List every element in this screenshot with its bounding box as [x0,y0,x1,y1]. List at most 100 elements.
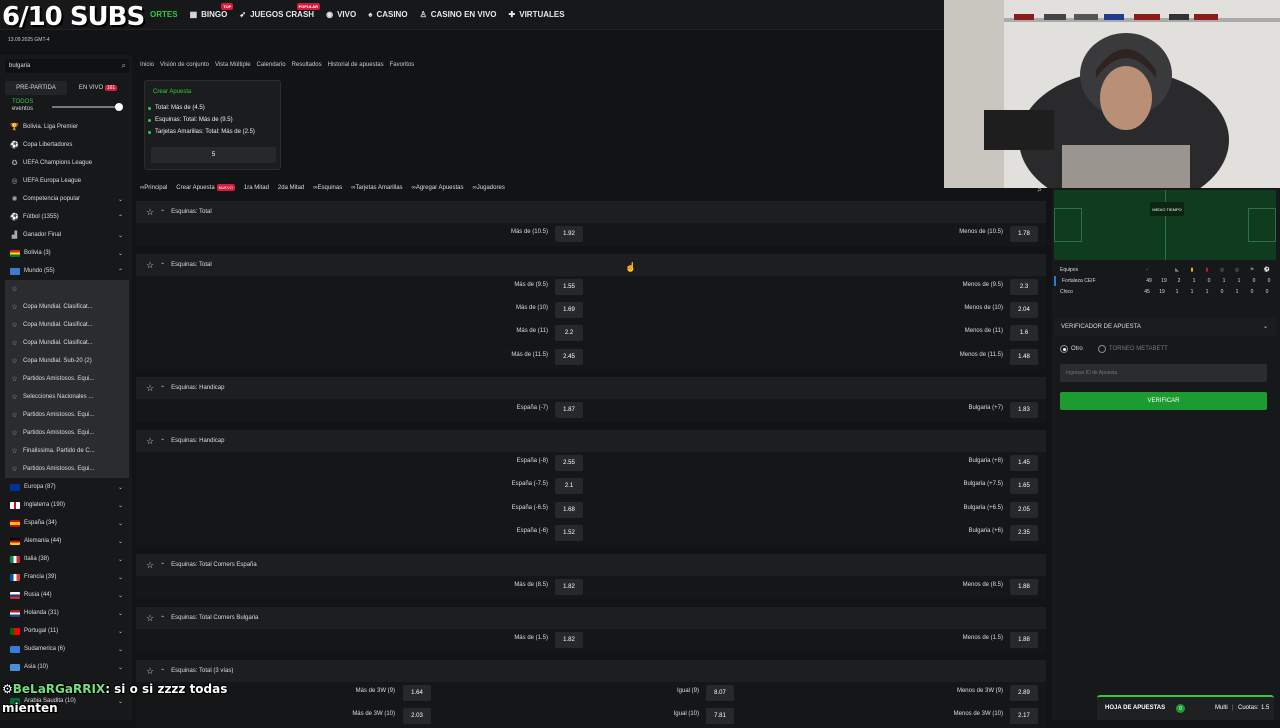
star-icon[interactable]: ☆ [146,613,154,624]
odd-button[interactable]: 1.92 [555,226,583,242]
sidebar-item-copa-mundial-2[interactable]: ☆ Copa Mundial. Clasificat... [5,316,129,334]
odd-button[interactable]: 1.48 [1010,349,1038,365]
odd-button[interactable]: 1.6 [1010,325,1038,341]
sidebar-item-espana[interactable]: España (34) ⌄ [5,514,129,532]
crumb-calendar[interactable]: Calendario [257,62,286,68]
star-icon[interactable]: ☆ [146,560,154,571]
odd-button[interactable]: 2.3 [1010,279,1038,295]
sidebar-item-rusia[interactable]: Rusia (44) ⌄ [5,586,129,604]
crumb-history[interactable]: Historial de apuestas [328,62,384,68]
chevron-up-icon[interactable]: ⌃ [160,209,165,216]
odd-button[interactable]: 7.81 [706,708,734,724]
star-icon[interactable]: ☆ [10,393,19,401]
market-header[interactable]: ☆ ⌃ Esquinas: Handicap [136,377,1046,399]
tab-1ra-mitad[interactable]: 1ra Mitad [244,185,269,191]
odd-button[interactable]: 1.68 [555,502,583,518]
sidebar-item-portugal[interactable]: Portugal (11) ⌄ [5,622,129,640]
market-header[interactable]: ☆ ⌃ Esquinas: Handicap [136,430,1046,452]
odd-button[interactable]: 2.04 [1010,302,1038,318]
bet-builder-card[interactable]: Crear Apuesta Total: Más de (4.5) Esquin… [144,80,281,170]
odd-button[interactable]: 1.82 [555,579,583,595]
odd-button[interactable]: 1.83 [1010,402,1038,418]
radio-circle[interactable] [1098,345,1106,353]
sidebar-item-europa-league[interactable]: ◎ UEFA Europa League [5,172,129,190]
sidebar-item-amistosos-4[interactable]: ☆ Partidos Amistosos. Equi... [5,460,129,478]
sidebar-item-finalissima[interactable]: ☆ Finalissima. Partido de C... [5,442,129,460]
sidebar-item-mundo[interactable]: Mundo (55) ⌃ [5,262,129,280]
sidebar-item-europa[interactable]: Europa (87) ⌄ [5,478,129,496]
crumb-results[interactable]: Resultados [292,62,322,68]
crumb-overview[interactable]: Visión de conjunto [160,62,209,68]
sidebar-search-input[interactable]: bulgaria ⌕ [5,59,129,73]
tab-2da-mitad[interactable]: 2da Mitad [278,185,304,191]
nav-live[interactable]: ◉ VIVO [326,10,356,19]
radio-otro[interactable]: Otro [1060,345,1083,353]
odd-button[interactable]: 8.07 [706,685,734,701]
tab-principal[interactable]: ∞Principal [140,185,167,191]
radio-torneo[interactable]: TORNEO METABETT [1098,345,1168,353]
slider-knob[interactable] [115,103,123,111]
odd-button[interactable]: 1.88 [1010,632,1038,648]
odd-button[interactable]: 1.88 [1010,579,1038,595]
tab-jugadores[interactable]: ∞Jugadores [473,185,505,191]
odd-button[interactable]: 2.03 [403,708,431,724]
sidebar-item-champions[interactable]: ✪ UEFA Champions League [5,154,129,172]
market-header[interactable]: ☆ ⌃ Esquinas: Total Corners Bulgaria [136,607,1046,629]
sidebar-item-amistosos-1[interactable]: ☆ Partidos Amistosos. Equi... [5,370,129,388]
nav-live-casino[interactable]: ♙ CASINO EN VIVO [420,10,497,19]
tab-esquinas[interactable]: ∞Esquinas [313,185,342,191]
star-icon[interactable]: ☆ [10,357,19,365]
sidebar-item-popular[interactable]: ✺ Competencia popular ⌄ [5,190,129,208]
tab-agregar[interactable]: ∞Agregar Apuestas [412,185,464,191]
sidebar-item-asia[interactable]: Asia (10) ⌄ [5,658,129,676]
nav-casino[interactable]: ♠ CASINO [368,10,407,19]
sidebar-item-hidden[interactable]: ☆ [5,280,129,298]
odd-button[interactable]: 1.65 [1010,478,1038,494]
star-icon[interactable]: ☆ [10,447,19,455]
star-icon[interactable]: ☆ [10,411,19,419]
crumb-multiview[interactable]: Vista Múltiple [215,62,251,68]
odd-button[interactable]: 1.87 [555,402,583,418]
odd-button[interactable]: 2.35 [1010,525,1038,541]
market-header[interactable]: ☆ ⌃ Esquinas: Total [136,201,1046,223]
sidebar-item-francia[interactable]: Francia (39) ⌄ [5,568,129,586]
sidebar-item-selecciones[interactable]: ☆ Selecciones Nacionales ... [5,388,129,406]
sidebar-item-alemania[interactable]: Alemania (44) ⌄ [5,532,129,550]
nav-virtuals[interactable]: ✚ VIRTUALES [509,10,565,19]
sidebar-item-futbol[interactable]: ⚽ Fútbol (1355) ⌃ [5,208,129,226]
nav-sports[interactable]: ORTES [150,10,178,19]
sidebar-item-copa-mundial-1[interactable]: ☆ Copa Mundial. Clasificat... [5,298,129,316]
sidebar-item-amistosos-2[interactable]: ☆ Partidos Amistosos. Equi... [5,406,129,424]
crumb-inicio[interactable]: Inicio [140,62,154,68]
market-header[interactable]: ☆ ⌃ Esquinas: Total (3 vías) [136,660,1046,682]
sidebar-item-sub20[interactable]: ☆ Copa Mundial. Sub-20 (2) [5,352,129,370]
sidebar-item-amistosos-3[interactable]: ☆ Partidos Amistosos. Equi... [5,424,129,442]
star-icon[interactable]: ☆ [10,339,19,347]
star-icon[interactable]: ☆ [146,666,154,677]
star-icon[interactable]: ☆ [146,207,154,218]
odd-button[interactable]: 2.55 [555,455,583,471]
star-icon[interactable]: ☆ [10,321,19,329]
odd-button[interactable]: 2.17 [1010,708,1038,724]
radio-circle[interactable] [1060,345,1068,353]
tab-crear-apuesta[interactable]: Crear Apuesta NUEVO [176,184,235,191]
sidebar-item-inglaterra[interactable]: Inglaterra (190) ⌄ [5,496,129,514]
sidebar-item-sudamerica[interactable]: Sudamerica (6) ⌄ [5,640,129,658]
star-icon[interactable]: ☆ [10,429,19,437]
star-icon[interactable]: ☆ [10,303,19,311]
verifier-header[interactable]: VERIFICADOR DE APUESTA ⌄ [1054,318,1276,336]
odd-button[interactable]: 1.64 [403,685,431,701]
search-icon[interactable]: ⌕ [122,61,126,71]
odd-button[interactable]: 1.45 [1010,455,1038,471]
sidebar-item-bolivia-liga[interactable]: 🏆 Bolivia. Liga Premier [5,118,129,136]
odd-button[interactable]: 2.89 [1010,685,1038,701]
odd-button[interactable]: 2.45 [555,349,583,365]
tab-prematch[interactable]: PRE-PARTIDA [5,81,67,95]
time-filter-slider[interactable] [52,103,123,111]
chevron-up-icon[interactable]: ⌃ [160,562,165,569]
crumb-favorites[interactable]: Favoritos [390,62,415,68]
chevron-up-icon[interactable]: ⌃ [160,385,165,392]
sidebar-item-ganador-final[interactable]: ▟ Ganador Final ⌄ [5,226,129,244]
nav-bingo[interactable]: ▦ BINGO TOP [190,3,234,19]
star-icon[interactable]: ☆ [10,375,19,383]
